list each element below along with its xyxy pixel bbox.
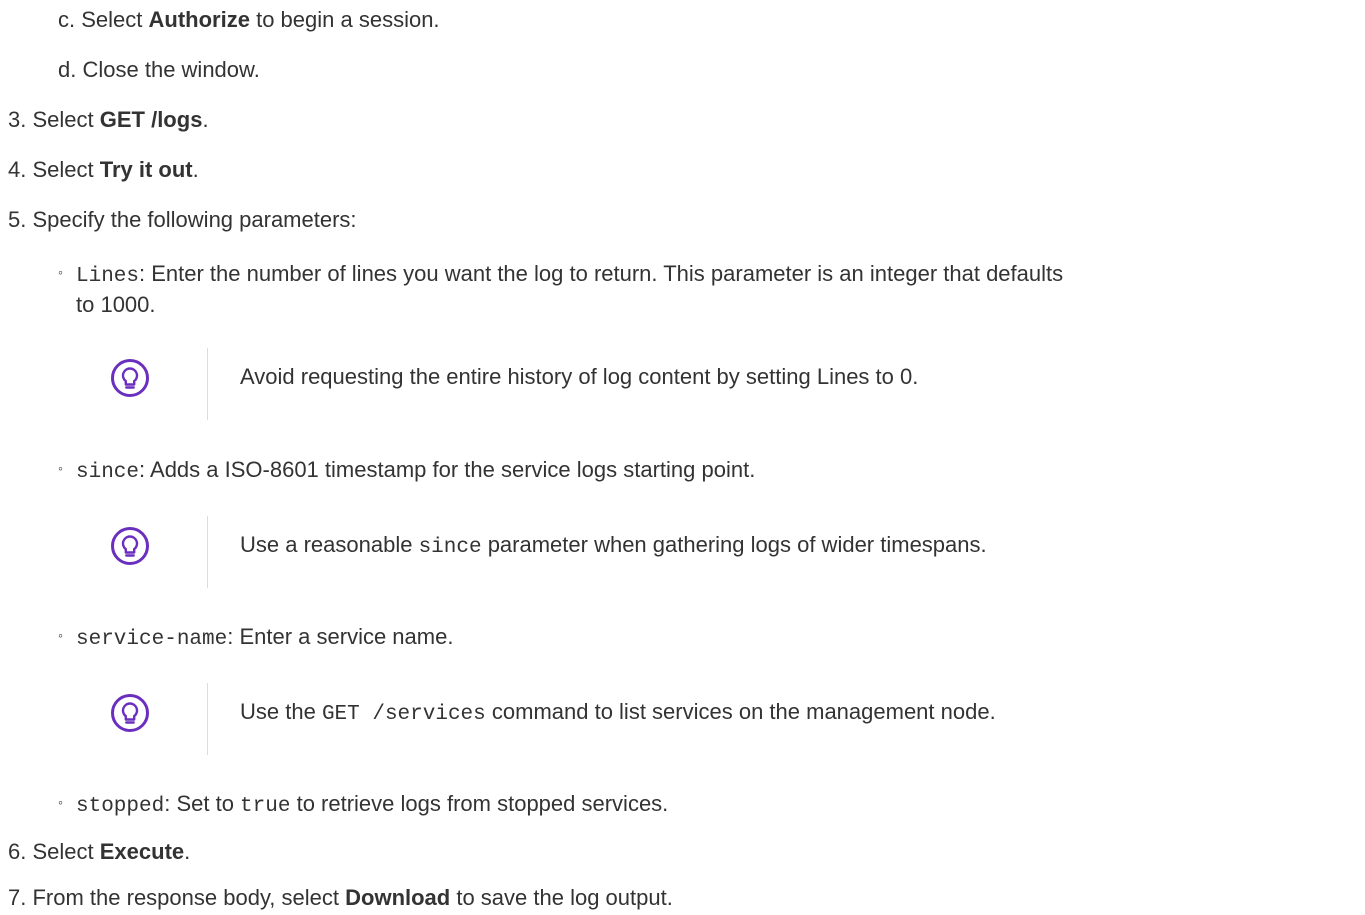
try-it-out-label: Try it out xyxy=(99,157,193,182)
lightbulb-icon xyxy=(111,527,149,565)
lightbulb-icon xyxy=(111,694,149,732)
substep-c: c. Select Authorize to begin a session. xyxy=(58,7,440,32)
param-since: ◦ since: Adds a ISO-8601 timestamp for th… xyxy=(58,453,755,488)
authorize-label: Authorize xyxy=(148,7,250,32)
step-6: 6. Select Execute. xyxy=(8,839,191,864)
tip-text: Avoid requesting the entire history of l… xyxy=(240,364,919,389)
param-lines-continuation: to 1000. xyxy=(76,292,156,317)
tip-text: Use a reasonable since parameter when ga… xyxy=(240,532,987,559)
tip-divider xyxy=(207,516,208,588)
bullet-icon: ◦ xyxy=(58,794,63,810)
download-label: Download xyxy=(345,885,451,910)
substep-d: d. Close the window. xyxy=(58,57,260,82)
bullet-icon: ◦ xyxy=(58,264,63,280)
bullet-icon: ◦ xyxy=(58,460,63,476)
execute-label: Execute xyxy=(99,839,185,864)
param-service-name: ◦ service-name: Enter a service name. xyxy=(58,620,453,655)
tip-text: Use the GET /services command to list se… xyxy=(240,699,996,726)
tip-divider xyxy=(207,348,208,420)
step-3: 3. Select GET /logs. xyxy=(8,107,209,132)
step-4: 4. Select Try it out. xyxy=(8,157,199,182)
lightbulb-icon xyxy=(111,359,149,397)
step-7: 7. From the response body, select Downlo… xyxy=(8,885,673,910)
param-stopped: ◦ stopped: Set to true to retrieve logs f… xyxy=(58,787,668,822)
tip-divider xyxy=(207,683,208,755)
bullet-icon: ◦ xyxy=(58,627,63,643)
step-5: 5. Specify the following parameters: xyxy=(8,207,357,232)
param-lines: ◦ Lines: Enter the number of lines you wa… xyxy=(58,257,1063,292)
get-logs-label: GET /logs xyxy=(99,107,203,132)
